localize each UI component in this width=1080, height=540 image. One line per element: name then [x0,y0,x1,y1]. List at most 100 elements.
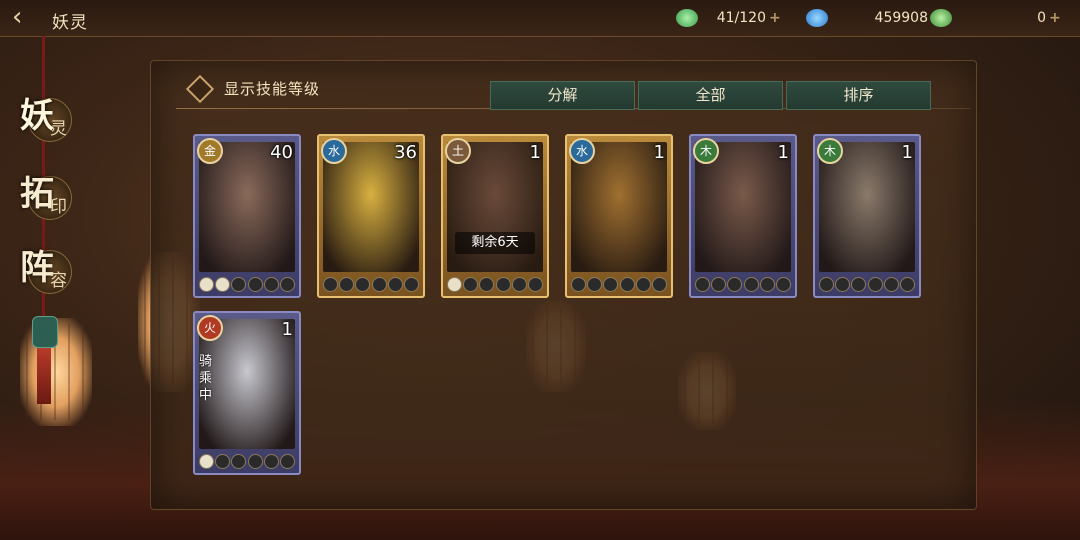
skill-pip-icon [495,276,511,292]
card-level: 1 [901,142,913,163]
skill-pip-icon [851,276,867,292]
resource-gourd: 459908 + [806,7,943,29]
skill-pip-icon [711,276,727,292]
skill-pip-icon [247,276,263,292]
skill-pip-icon [603,276,619,292]
skill-pip-icon [463,276,479,292]
skill-pip-icon [403,276,419,292]
add-coin-button[interactable]: + [1049,10,1061,26]
page-title: 妖灵 [52,13,88,33]
skill-pips [323,276,419,292]
card-level: 40 [270,142,293,163]
element-badge-icon: 水 [321,138,347,164]
skill-pip-icon [263,276,279,292]
spirit-gourd-icon [806,9,828,27]
skill-pips [199,276,295,292]
skill-pip-icon [743,276,759,292]
skill-pip-icon [635,276,651,292]
card-level: 1 [653,142,665,163]
element-badge-icon: 水 [569,138,595,164]
skill-pip-icon [619,276,635,292]
skill-pip-icon [527,276,543,292]
spirit-card[interactable]: 火 1 骑乘中 [193,311,301,475]
skill-pips [199,453,295,469]
skill-pip-icon [883,276,899,292]
jade-stamina-icon [676,9,698,27]
sidebar-item-small-label: 印 [50,197,67,217]
skill-pip-icon [279,453,295,469]
skill-pip-icon [587,276,603,292]
spirit-card[interactable]: 木1 [813,134,921,298]
skill-pip-icon [387,276,403,292]
skill-pip-icon [279,276,295,292]
tassel-ornament [32,316,58,406]
element-badge-icon: 土 [445,138,471,164]
top-bar: ‹ 妖灵 41/120 + 459908 + 0 + [0,0,1080,37]
tab-decompose[interactable]: 分解 [490,81,635,110]
skill-pip-icon [899,276,915,292]
sidebar-item-big-label: 妖 [20,96,54,136]
show-skill-level-label: 显示技能等级 [224,80,321,98]
sidebar-item-big-label: 拓 [20,174,54,214]
tab-sort[interactable]: 排序 [786,81,931,110]
spirit-card[interactable]: 木1 [689,134,797,298]
sidebar-item-small-label: 灵 [50,119,67,139]
skill-pip-icon [775,276,791,292]
skill-pip-icon [231,453,247,469]
skill-pip-icon [263,453,279,469]
skill-pip-icon [199,453,214,469]
card-level: 36 [394,142,417,163]
skill-pip-icon [355,276,371,292]
show-skill-level-toggle[interactable]: 显示技能等级 [185,74,321,103]
sidebar-item-big-label: 阵 [20,248,54,288]
sidebar-item-zhenrong[interactable]: 阵 容 [20,240,78,298]
spirit-card[interactable]: 土 1 剩余6天 [441,134,549,298]
checkbox-diamond-icon[interactable] [185,74,215,103]
sidebar-item-yaoling[interactable]: 妖 灵 [20,88,78,146]
spirit-card[interactable]: 水 36 [317,134,425,298]
action-tabs: 分解 全部 排序 [490,81,934,110]
skill-pip-icon [479,276,495,292]
skill-pip-icon [247,453,263,469]
skill-pips [819,276,915,292]
skill-pips [571,276,667,292]
skill-pips [447,276,543,292]
expiry-timer: 剩余6天 [455,232,535,254]
add-stamina-button[interactable]: + [769,10,781,26]
element-badge-icon: 金 [197,138,223,164]
green-coin-icon [930,9,952,27]
resource-stamina: 41/120 + [676,7,781,29]
skill-pip-icon [339,276,355,292]
skill-pip-icon [819,276,834,292]
sidebar-item-tuoyin[interactable]: 拓 印 [20,166,78,224]
element-badge-icon: 木 [817,138,843,164]
skill-pip-icon [571,276,586,292]
skill-pip-icon [651,276,667,292]
skill-pip-icon [759,276,775,292]
spirit-card[interactable]: 金 40 [193,134,301,298]
sidebar-item-small-label: 容 [50,271,67,291]
skill-pip-icon [835,276,851,292]
spirit-card[interactable]: 水1 [565,134,673,298]
skill-pip-icon [199,276,214,292]
resource-coin: 0 + [930,7,1061,29]
card-level: 1 [529,142,541,163]
skill-pip-icon [371,276,387,292]
tab-all[interactable]: 全部 [638,81,783,110]
gourd-value: 459908 [874,10,928,26]
skill-pips [695,276,791,292]
skill-pip-icon [231,276,247,292]
card-level: 1 [777,142,789,163]
skill-pip-icon [215,276,231,292]
skill-pip-icon [323,276,338,292]
coin-value: 0 [1037,10,1046,26]
card-level: 1 [281,319,293,340]
riding-status: 骑乘中 [199,354,213,403]
element-badge-icon: 火 [197,315,223,341]
skill-pip-icon [727,276,743,292]
skill-pip-icon [867,276,883,292]
back-arrow-icon[interactable]: ‹ [12,4,36,30]
skill-pip-icon [695,276,710,292]
skill-pip-icon [447,276,462,292]
skill-pip-icon [511,276,527,292]
